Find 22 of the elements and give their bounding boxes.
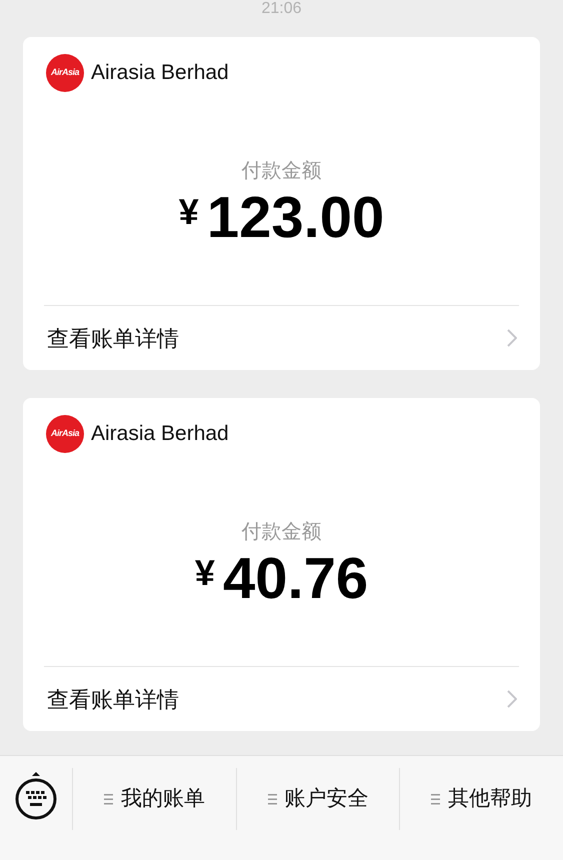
currency-symbol: ¥ [178, 190, 199, 234]
chevron-right-icon[interactable] [507, 329, 517, 347]
merchant-name: Airasia Berhad [91, 60, 229, 86]
amount-label: 付款金额 [242, 159, 322, 184]
timestamp: 21:06 [261, 0, 302, 18]
menu-button[interactable]: 账户安全 [268, 783, 368, 815]
merchant-name: Airasia Berhad [91, 421, 229, 448]
bill-details-link[interactable]: 查看账单详情 [47, 682, 179, 716]
logo-icon: AirAsia [46, 54, 84, 92]
menu-icon [268, 794, 276, 804]
currency-symbol: ¥ [194, 551, 215, 595]
logo-icon: AirAsia [46, 415, 84, 453]
menu-button[interactable]: 其他帮助 [431, 783, 532, 815]
chevron-right-icon[interactable] [507, 690, 517, 708]
amount-label: 付款金额 [242, 520, 322, 545]
amount: 40.76 [222, 547, 368, 611]
keyboard-icon[interactable] [15, 770, 57, 820]
menu-icon [104, 794, 113, 804]
menu-button[interactable]: 我的账单 [104, 783, 205, 815]
amount: 123.00 [206, 186, 384, 250]
menu-icon [431, 794, 440, 804]
bill-details-link[interactable]: 查看账单详情 [47, 322, 179, 354]
